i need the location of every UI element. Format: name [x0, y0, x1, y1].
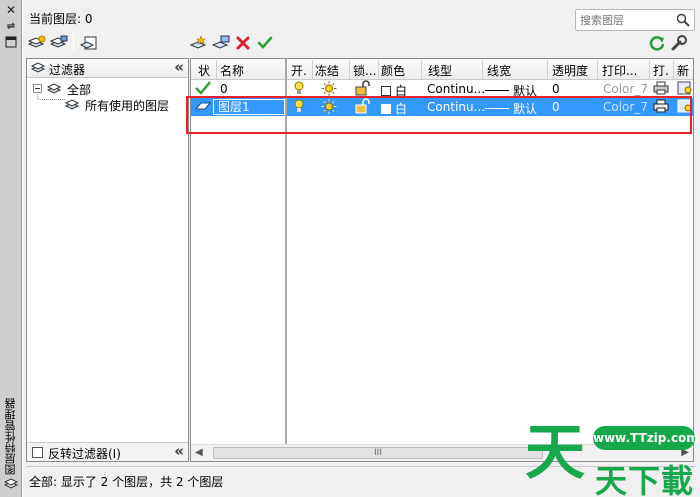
search-input[interactable]	[576, 10, 672, 30]
color-swatch	[381, 86, 391, 96]
watermark-url: www.TTzip.com	[593, 426, 699, 450]
layer-row-1[interactable]: 图层1 白 Continu... 默认 0 Color_7	[191, 98, 693, 116]
col-header-linetype[interactable]: 线型	[428, 62, 452, 79]
layer-name-edit-field[interactable]: 图层1	[213, 99, 285, 115]
layer-linetype[interactable]: Continu...	[427, 82, 485, 96]
lineweight-value: 默认	[513, 84, 538, 98]
invert-filter-checkbox[interactable]	[32, 447, 43, 458]
toolbar-separator	[73, 34, 74, 52]
frozen-column-divider	[285, 59, 287, 461]
delete-layer-button[interactable]	[233, 33, 253, 53]
layer-plot-style: Color_7	[603, 82, 648, 96]
col-header-color[interactable]: 颜色	[381, 62, 405, 79]
new-group-filter-button[interactable]	[49, 33, 69, 53]
layer-grid: 状 名称 开. 冻结 锁... 颜色 线型 线宽 透明度 打印... 打. 新	[190, 58, 694, 462]
layer-plot-style: Color_7	[603, 100, 648, 114]
col-header-name[interactable]: 名称	[220, 62, 244, 79]
layer-transparency[interactable]: 0	[552, 82, 560, 96]
collapse-filter-panel-button[interactable]: «	[174, 58, 184, 76]
layer-lineweight[interactable]: 默认	[485, 100, 537, 117]
grid-header: 状 名称 开. 冻结 锁... 颜色 线型 线宽 透明度 打印... 打. 新	[191, 59, 693, 80]
watermark-text: 天下載	[595, 462, 695, 497]
printer-icon[interactable]	[653, 81, 669, 98]
tree-item-label: 全部	[67, 83, 92, 97]
new-property-filter-button[interactable]	[27, 33, 47, 53]
current-layer-label: 当前图层: 0	[29, 12, 93, 26]
palette-title-strip: ✕ ⇌ 图层特性管理器	[0, 0, 22, 497]
search-icon[interactable]	[676, 13, 690, 27]
filter-tree-panel: 过滤器 « 全部 所有使用的图层 反转过滤器(I) «	[26, 58, 189, 462]
col-header-new-vp-freeze[interactable]: 新	[677, 62, 689, 79]
palette-title: 图层特性管理器	[4, 398, 17, 475]
col-header-freeze[interactable]: 冻结	[315, 62, 339, 79]
layer-name[interactable]: 0	[220, 82, 228, 96]
lineweight-sample	[485, 90, 509, 91]
current-layer-check-icon	[195, 81, 211, 98]
col-header-transparency[interactable]: 透明度	[552, 62, 588, 79]
tree-item-all-used-layers[interactable]: 所有使用的图层	[65, 97, 187, 113]
sun-thawed-icon[interactable]	[321, 99, 337, 117]
filter-icon	[65, 99, 80, 110]
watermark-logo: 天 www.TTzip.com 天下載	[525, 418, 700, 497]
search-box[interactable]	[575, 9, 695, 31]
sun-thawed-icon[interactable]	[321, 81, 337, 99]
refresh-button[interactable]	[647, 33, 667, 53]
filter-tree-header: 过滤器 «	[27, 58, 188, 78]
color-swatch	[381, 104, 391, 114]
col-header-on[interactable]: 开.	[291, 62, 307, 79]
col-header-plot[interactable]: 打.	[653, 62, 669, 79]
settings-wrench-button[interactable]	[669, 33, 689, 53]
properties-icon[interactable]	[4, 36, 18, 50]
col-header-plot-style[interactable]: 打印...	[602, 62, 637, 79]
collapse-filter-footer-button[interactable]: «	[174, 442, 184, 460]
layer-row-0[interactable]: 0 白 Continu... 默认 0 Color_7	[191, 80, 693, 98]
layer-lineweight[interactable]: 默认	[485, 82, 537, 99]
new-layer-vp-frozen-button[interactable]	[211, 33, 231, 53]
new-vp-freeze-icon[interactable]	[677, 99, 693, 116]
close-icon[interactable]: ✕	[4, 3, 18, 17]
layer-states-manager-button[interactable]	[79, 33, 99, 53]
layer-status-icon	[194, 100, 212, 115]
tree-item-label: 所有使用的图层	[85, 99, 170, 113]
color-name: 白	[395, 84, 408, 98]
lineweight-value: 默认	[513, 102, 538, 116]
lineweight-sample	[485, 108, 509, 109]
layer-transparency[interactable]: 0	[552, 100, 560, 114]
bulb-on-icon[interactable]	[293, 99, 305, 117]
col-header-status[interactable]: 状	[198, 62, 210, 79]
printer-icon[interactable]	[653, 99, 669, 116]
new-layer-button[interactable]	[189, 33, 209, 53]
invert-filter-label[interactable]: 反转过滤器(I)	[48, 445, 121, 462]
color-name: 白	[395, 102, 408, 116]
layer-linetype[interactable]: Continu...	[427, 100, 485, 114]
unlocked-icon[interactable]	[355, 80, 373, 99]
scroll-left-icon[interactable]: ◀	[195, 447, 203, 458]
filter-header-label: 过滤器	[49, 63, 86, 77]
filter-footer: 反转过滤器(I) «	[27, 442, 188, 461]
filter-icon	[30, 61, 47, 75]
auto-hide-icon[interactable]: ⇌	[4, 20, 18, 34]
layer-color[interactable]: 白	[381, 100, 407, 117]
col-header-lock[interactable]: 锁...	[353, 62, 376, 79]
set-current-button[interactable]	[255, 33, 275, 53]
watermark-big-char: 天	[525, 418, 585, 488]
bulb-on-icon[interactable]	[293, 81, 305, 99]
layer-color[interactable]: 白	[381, 82, 407, 99]
status-text: 全部: 显示了 2 个图层，共 2 个图层	[29, 475, 224, 489]
col-header-lineweight[interactable]: 线宽	[487, 62, 511, 79]
layer-stack-icon	[3, 476, 19, 490]
tree-connector	[37, 92, 65, 100]
unlocked-icon[interactable]	[355, 98, 373, 117]
scroll-thumb[interactable]: III	[213, 447, 543, 459]
new-vp-freeze-icon[interactable]	[677, 81, 693, 98]
